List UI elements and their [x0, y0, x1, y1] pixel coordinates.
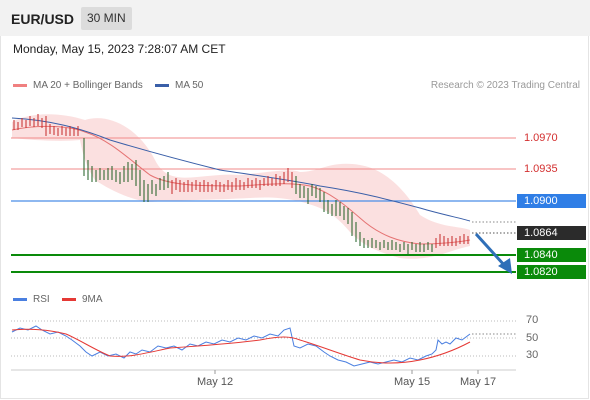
bollinger-band	[12, 114, 470, 259]
legend-rsi: RSI	[13, 294, 50, 305]
rsi-label: RSI	[33, 294, 50, 305]
rsi-tick-70: 70	[526, 314, 539, 326]
x-label-may12: May 12	[197, 376, 234, 388]
level-s2: 1.0820	[517, 265, 586, 279]
x-label-may15: May 15	[394, 376, 431, 388]
rsi-ma-swatch	[62, 298, 76, 301]
rsi-tick-30: 30	[526, 349, 539, 361]
rsi-line	[11, 325, 471, 367]
rsi-swatch	[13, 298, 27, 301]
level-r1: 1.0935	[524, 163, 558, 175]
level-last-price: 1.0864	[517, 226, 586, 240]
rsi-tick-50: 50	[526, 332, 539, 344]
level-s1: 1.0840	[517, 248, 586, 262]
rsi-ma-label: 9MA	[82, 294, 103, 305]
legend-rsi-ma: 9MA	[62, 294, 103, 305]
price-chart	[11, 114, 516, 374]
x-label-may17: May 17	[460, 376, 497, 388]
level-pivot: 1.0900	[517, 194, 586, 208]
level-r2: 1.0970	[524, 132, 558, 144]
